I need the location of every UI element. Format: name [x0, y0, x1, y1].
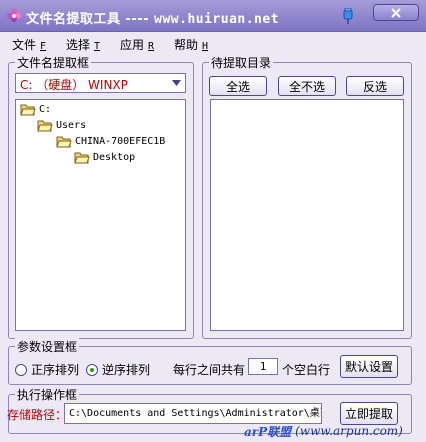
- tree-node-china[interactable]: CHINA-700EFEC1B: [56, 135, 165, 148]
- params-title: 参数设置框: [15, 338, 80, 355]
- folder-open-icon: [37, 120, 53, 132]
- menu-help-label: 帮助: [174, 38, 199, 52]
- menu-select[interactable]: 选择 T: [66, 36, 100, 53]
- menu-help[interactable]: 帮助 H: [174, 36, 208, 53]
- filename-extract-title: 文件名提取框: [15, 54, 92, 71]
- drive-select-value: C: （硬盘） WINXP: [20, 78, 128, 92]
- default-settings-button[interactable]: 默认设置: [340, 355, 398, 378]
- folder-open-icon: [20, 104, 36, 116]
- menu-apply-label: 应用: [120, 38, 145, 52]
- tree-node-label: CHINA-700EFEC1B: [75, 136, 166, 147]
- select-all-button[interactable]: 全选: [209, 76, 267, 96]
- watermark-url: (www.arpun.com): [295, 424, 403, 438]
- blank-lines-suffix: 个空白行: [282, 363, 331, 377]
- invert-selection-button[interactable]: 反选: [346, 76, 404, 96]
- chevron-down-icon[interactable]: [168, 75, 184, 91]
- ascending-label: 正序排列: [31, 363, 80, 377]
- save-path-label: 存储路径：: [7, 408, 68, 422]
- pin-icon[interactable]: [341, 8, 355, 24]
- window-title-name: 文件名提取工具 ----: [26, 12, 155, 27]
- menu-apply[interactable]: 应用 R: [120, 36, 154, 53]
- close-button[interactable]: [373, 4, 419, 21]
- menu-help-hotkey: H: [202, 41, 209, 52]
- menu-apply-hotkey: R: [148, 41, 155, 52]
- menu-file-label: 文件: [12, 38, 37, 52]
- descending-radio[interactable]: 逆序排列: [86, 361, 150, 378]
- select-none-button[interactable]: 全不选: [278, 76, 336, 96]
- watermark-brand: arP联盟: [244, 424, 292, 439]
- tree-node-label: Desktop: [93, 152, 136, 163]
- tree-node-c[interactable]: C:: [20, 103, 51, 116]
- menu-bar: 文件 F 选择 T 应用 R 帮助 H: [0, 32, 426, 54]
- title-bar[interactable]: 文件名提取工具 ---- www.huiruan.net: [0, 0, 426, 32]
- menu-select-hotkey: T: [94, 41, 101, 52]
- window-title: 文件名提取工具 ---- www.huiruan.net: [26, 8, 279, 27]
- blank-lines-prefix: 每行之间共有: [173, 363, 246, 377]
- menu-select-label: 选择: [66, 38, 91, 52]
- drive-select[interactable]: C: （硬盘） WINXP: [15, 73, 186, 93]
- menu-file-hotkey: F: [40, 41, 47, 52]
- tree-node-users[interactable]: Users: [37, 119, 86, 132]
- flower-icon: [7, 9, 21, 22]
- pending-dir-title: 待提取目录: [209, 54, 274, 71]
- tree-node-desktop[interactable]: Desktop: [74, 151, 136, 164]
- tree-node-label: C:: [39, 104, 52, 115]
- window-title-url: www.huiruan.net: [154, 12, 280, 27]
- blank-lines-input[interactable]: 1: [248, 358, 278, 375]
- menu-file[interactable]: 文件 F: [12, 36, 46, 53]
- folder-open-icon: [56, 136, 72, 148]
- close-icon: [391, 7, 401, 18]
- watermark: arP联盟 (www.arpun.com): [244, 420, 426, 442]
- ascending-radio[interactable]: 正序排列: [15, 361, 79, 378]
- tree-node-label: Users: [56, 120, 87, 131]
- radio-circle-checked: [86, 363, 98, 376]
- folder-tree[interactable]: C: Users CHINA-700EFEC1B Desktop: [15, 99, 186, 331]
- folder-open-icon: [74, 152, 90, 164]
- radio-circle: [15, 363, 27, 376]
- pending-dir-list[interactable]: [210, 99, 404, 331]
- exec-title: 执行操作框: [15, 386, 80, 403]
- descending-label: 逆序排列: [102, 363, 151, 377]
